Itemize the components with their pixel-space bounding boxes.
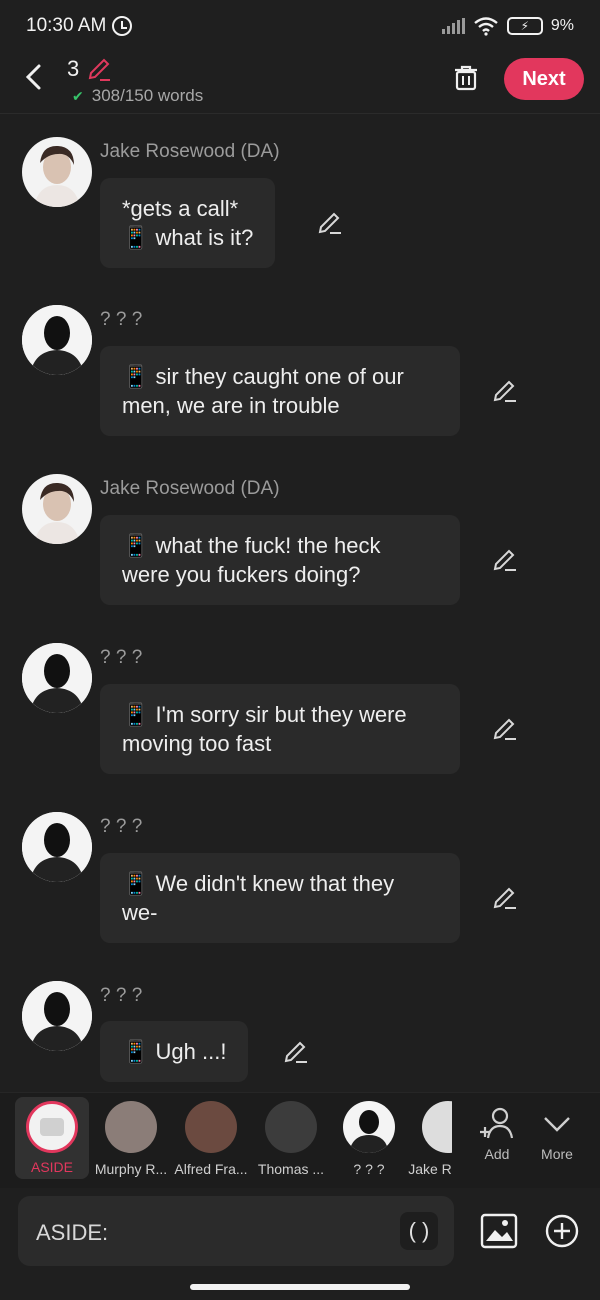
message-bubble[interactable]: 📱 what the fuck! the heck were you fucke… — [100, 515, 460, 605]
message-text: 📱 Ugh ...! — [122, 1039, 227, 1064]
message-text: *gets a call* — [122, 196, 239, 221]
message-text: 📱 I'm sorry sir but they were — [122, 702, 407, 727]
character-label: Murphy R... — [94, 1161, 168, 1177]
more-characters-button[interactable]: More — [532, 1105, 582, 1162]
speaker-name: ? ? ? — [100, 985, 143, 1006]
word-count: ✔ 308/150 words — [72, 86, 203, 106]
chevron-down-icon — [544, 1117, 570, 1132]
avatar-unknown — [22, 643, 92, 713]
speaker-name: ? ? ? — [100, 309, 143, 330]
message-text: 📱 what the fuck! the heck — [122, 533, 381, 558]
avatar-unknown — [22, 305, 92, 375]
message-bubble[interactable]: 📱 We didn't knew that they we- — [100, 853, 460, 943]
message-bubble[interactable]: *gets a call* 📱 what is it? — [100, 178, 276, 268]
character-label: Thomas ... — [257, 1161, 325, 1177]
character-avatar — [265, 1101, 317, 1153]
battery-icon: ⚡ — [506, 17, 543, 35]
speaker-name: ? ? ? — [100, 816, 143, 837]
message-text: men, we are in trouble — [122, 393, 340, 418]
character-label: Jake R — [408, 1161, 452, 1177]
avatar-jake — [22, 137, 92, 207]
add-character-button[interactable]: Add — [472, 1105, 522, 1162]
character-avatar — [422, 1101, 452, 1153]
message-text: we- — [122, 900, 158, 925]
status-bar: 10:30 AM ⚡ 9% — [0, 0, 600, 52]
character-alfred[interactable]: Alfred Fra... — [170, 1099, 252, 1181]
editor-header: 3 ✔ 308/150 words Next — [0, 52, 600, 114]
check-icon: ✔ — [72, 87, 84, 104]
signal-icon — [441, 18, 465, 34]
add-person-icon — [480, 1107, 514, 1139]
battery-level: 9% — [550, 17, 574, 34]
parentheses-button[interactable]: ( ) — [400, 1212, 438, 1250]
add-label: Add — [484, 1146, 510, 1162]
character-jake[interactable]: Jake R — [408, 1099, 452, 1181]
character-murphy[interactable]: Murphy R... — [90, 1099, 172, 1181]
character-label: ASIDE — [30, 1159, 73, 1175]
message-text: 📱 sir they caught one of our — [122, 364, 404, 389]
edit-message-icon[interactable] — [283, 1039, 309, 1065]
avatar-jake — [22, 474, 92, 544]
character-label: Alfred Fra... — [174, 1161, 248, 1177]
speaker-name: Jake Rosewood (DA) — [100, 141, 280, 162]
add-circle-icon[interactable] — [545, 1214, 579, 1248]
message-text: moving too fast — [122, 731, 272, 756]
edit-message-icon[interactable] — [492, 716, 518, 742]
aside-icon — [26, 1101, 78, 1153]
avatar-unknown — [22, 812, 92, 882]
message-bubble[interactable]: 📱 Ugh ...! — [100, 1021, 249, 1082]
character-avatar — [105, 1101, 157, 1153]
speaker-name: ? ? ? — [100, 647, 143, 668]
edit-title-icon[interactable] — [86, 56, 112, 88]
edit-message-icon[interactable] — [492, 547, 518, 573]
edit-message-icon[interactable] — [492, 378, 518, 404]
next-button[interactable]: Next — [504, 58, 584, 100]
message-bubble[interactable]: 📱 sir they caught one of our men, we are… — [100, 346, 460, 436]
message-bubble[interactable]: 📱 I'm sorry sir but they were moving too… — [100, 684, 460, 774]
character-avatar — [343, 1101, 395, 1153]
chapter-count: 3 — [67, 56, 80, 81]
home-indicator[interactable] — [190, 1284, 410, 1290]
message-text: 📱 We didn't knew that they — [122, 871, 395, 896]
status-time: 10:30 AM — [26, 15, 107, 36]
edit-message-icon[interactable] — [317, 210, 343, 236]
character-aside[interactable]: ASIDE — [15, 1097, 89, 1179]
trash-icon[interactable] — [452, 64, 480, 92]
word-count-text: 308/150 words — [91, 86, 204, 105]
character-label: ? ? ? — [353, 1161, 385, 1177]
character-picker: ASIDE Murphy R... Alfred Fra... Thomas .… — [0, 1092, 600, 1188]
input-placeholder: ASIDE: — [36, 1220, 109, 1245]
character-avatar — [185, 1101, 237, 1153]
character-thomas[interactable]: Thomas ... — [250, 1099, 332, 1181]
edit-message-icon[interactable] — [492, 885, 518, 911]
avatar-unknown — [22, 981, 92, 1051]
header-divider — [0, 113, 600, 114]
character-unknown[interactable]: ? ? ? — [328, 1099, 410, 1181]
message-text: were you fuckers doing? — [122, 562, 361, 587]
speaker-name: Jake Rosewood (DA) — [100, 478, 280, 499]
image-icon[interactable] — [480, 1213, 518, 1249]
back-arrow-icon[interactable] — [22, 62, 50, 94]
wifi-icon — [474, 17, 498, 36]
message-text: 📱 what is it? — [122, 225, 254, 250]
alarm-icon — [112, 16, 133, 36]
aside-input[interactable]: ASIDE: ( ) — [18, 1196, 454, 1266]
more-label: More — [541, 1146, 573, 1162]
